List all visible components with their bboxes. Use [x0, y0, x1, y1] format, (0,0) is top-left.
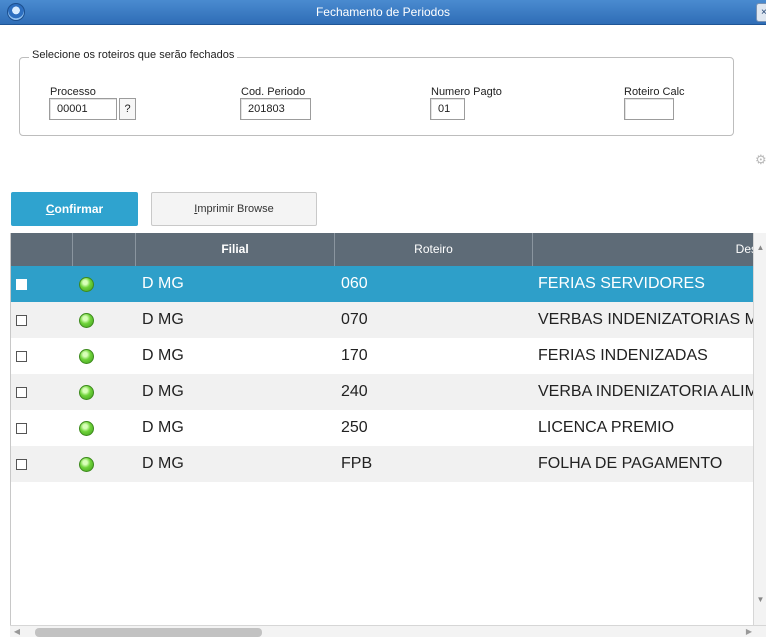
status-ok-icon [79, 277, 94, 292]
cell-filial: D MG [142, 455, 184, 472]
numero-pagto-label: Numero Pagto [431, 86, 502, 98]
gear-icon[interactable]: ⚙ [755, 152, 766, 166]
row-checkbox[interactable] [16, 315, 27, 326]
confirm-button[interactable]: Confirmar [11, 192, 138, 226]
print-browse-label: Imprimir Browse [194, 203, 274, 215]
cell-roteiro: 240 [341, 383, 368, 400]
confirm-label: Confirmar [45, 202, 104, 216]
cell-descricao: FERIAS SERVIDORES [538, 275, 705, 292]
grid-header: Filial Roteiro Des [11, 233, 766, 266]
print-browse-button[interactable]: Imprimir Browse [151, 192, 317, 226]
groupbox-legend: Selecione os roteiros que serão fechados [29, 49, 238, 61]
processo-help-button[interactable]: ? [119, 98, 136, 120]
cell-filial: D MG [142, 275, 184, 292]
cell-roteiro: FPB [341, 455, 373, 472]
cell-filial: D MG [142, 347, 184, 364]
cell-filial: D MG [142, 311, 184, 328]
cell-filial: D MG [142, 419, 184, 436]
cell-descricao: FERIAS INDENIZADAS [538, 347, 708, 364]
table-row[interactable]: D MG 240 VERBA INDENIZATORIA ALIM [11, 374, 766, 410]
cell-roteiro: 250 [341, 419, 368, 436]
cell-descricao: LICENCA PREMIO [538, 419, 675, 436]
column-header-descricao[interactable]: Des [533, 233, 766, 266]
status-ok-icon [79, 385, 94, 400]
column-header-roteiro[interactable]: Roteiro [335, 233, 533, 266]
roteiro-calc-label: Roteiro Calc [624, 86, 685, 98]
column-header-status[interactable] [73, 233, 136, 266]
horizontal-scrollbar[interactable]: ◀ ▶ [10, 625, 766, 637]
close-icon: × [761, 7, 766, 18]
table-row[interactable]: D MG 060 FERIAS SERVIDORES [11, 266, 766, 302]
row-checkbox[interactable] [16, 459, 27, 470]
processo-input[interactable]: 00001 [49, 98, 117, 120]
cod-periodo-input[interactable]: 201803 [240, 98, 311, 120]
scroll-left-icon[interactable]: ◀ [12, 626, 22, 637]
status-ok-icon [79, 313, 94, 328]
row-checkbox[interactable] [16, 387, 27, 398]
row-checkbox[interactable] [16, 351, 27, 362]
numero-pagto-input[interactable]: 01 [430, 98, 465, 120]
cell-roteiro: 170 [341, 347, 368, 364]
status-ok-icon [79, 457, 94, 472]
cell-descricao: FOLHA DE PAGAMENTO [538, 455, 723, 472]
help-icon: ? [124, 103, 131, 115]
cell-roteiro: 070 [341, 311, 368, 328]
cell-descricao: VERBAS INDENIZATORIAS M [538, 311, 758, 328]
close-button[interactable]: × [756, 3, 766, 22]
window-title: Fechamento de Periodos [315, 5, 451, 19]
processo-label: Processo [50, 86, 96, 98]
row-checkbox[interactable] [16, 279, 27, 290]
cell-filial: D MG [142, 383, 184, 400]
status-ok-icon [79, 421, 94, 436]
scroll-up-icon[interactable]: ▲ [754, 241, 766, 254]
vertical-scrollbar[interactable]: ▲ ▼ [753, 233, 766, 625]
cell-roteiro: 060 [341, 275, 368, 292]
window-titlebar: Fechamento de Periodos × [0, 0, 766, 25]
roteiros-grid: Filial Roteiro Des D MG 060 FERIAS SERVIDO… [10, 233, 766, 625]
table-row[interactable]: D MG 250 LICENCA PREMIO [11, 410, 766, 446]
column-header-filial[interactable]: Filial [136, 233, 335, 266]
table-row[interactable]: D MG FPB FOLHA DE PAGAMENTO [11, 446, 766, 482]
scroll-down-icon[interactable]: ▼ [754, 593, 766, 606]
table-row[interactable]: D MG 070 VERBAS INDENIZATORIAS M [11, 302, 766, 338]
scroll-right-icon[interactable]: ▶ [744, 626, 754, 637]
cell-descricao: VERBA INDENIZATORIA ALIM [538, 383, 758, 400]
horizontal-scroll-thumb[interactable] [35, 628, 262, 637]
roteiro-calc-input[interactable] [624, 98, 674, 120]
status-ok-icon [79, 349, 94, 364]
cod-periodo-label: Cod. Periodo [241, 86, 306, 98]
column-header-check[interactable] [11, 233, 73, 266]
table-row[interactable]: D MG 170 FERIAS INDENIZADAS [11, 338, 766, 374]
row-checkbox[interactable] [16, 423, 27, 434]
